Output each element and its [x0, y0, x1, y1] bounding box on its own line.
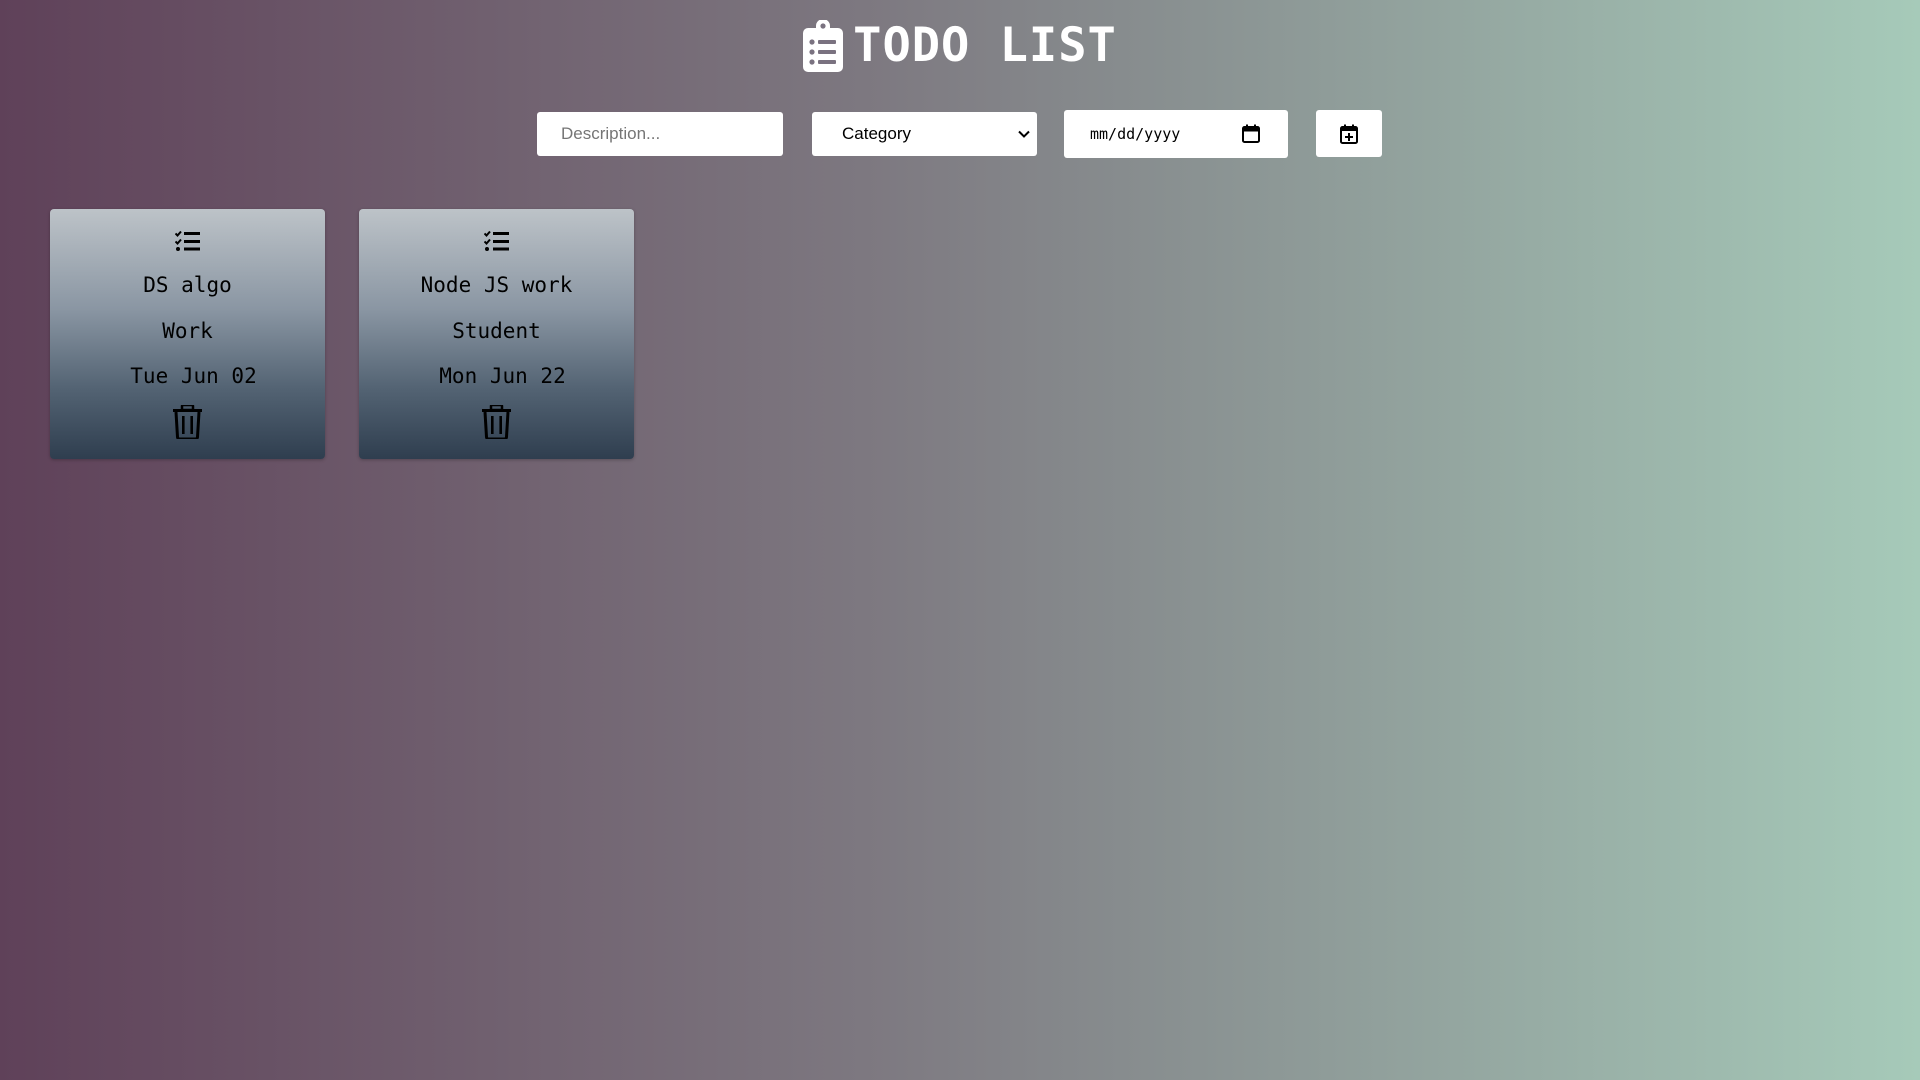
clipboard-list-icon	[803, 19, 844, 72]
page-header: TODO LIST	[0, 18, 1920, 73]
todo-date: Mon Jun 22	[439, 364, 566, 388]
calendar-plus-icon	[1340, 124, 1358, 144]
tasks-icon	[175, 230, 200, 251]
todo-card: DS algo Work Tue Jun 02	[50, 209, 325, 459]
todo-date: Tue Jun 02	[130, 364, 257, 388]
date-input-value: mm/dd/yyyy	[1090, 125, 1181, 143]
trash-icon[interactable]	[173, 405, 202, 439]
description-input[interactable]	[537, 112, 783, 156]
todo-description: DS algo	[143, 273, 232, 297]
add-todo-button[interactable]	[1316, 110, 1382, 157]
trash-icon[interactable]	[482, 405, 511, 439]
todo-category: Student	[452, 319, 541, 343]
category-select[interactable]: Category	[812, 112, 1037, 156]
add-todo-form: Category mm/dd/yyyy	[0, 109, 1920, 159]
chevron-down-icon	[1018, 130, 1030, 138]
tasks-icon	[484, 230, 509, 251]
todo-description: Node JS work	[420, 273, 573, 297]
header-inner: TODO LIST	[803, 18, 1117, 73]
todo-category: Work	[162, 319, 213, 343]
todo-card: Node JS work Student Mon Jun 22	[359, 209, 634, 459]
calendar-icon[interactable]	[1242, 124, 1260, 143]
category-select-value: Category	[842, 124, 911, 143]
page-title: TODO LIST	[853, 18, 1117, 73]
date-input[interactable]: mm/dd/yyyy	[1064, 110, 1288, 158]
